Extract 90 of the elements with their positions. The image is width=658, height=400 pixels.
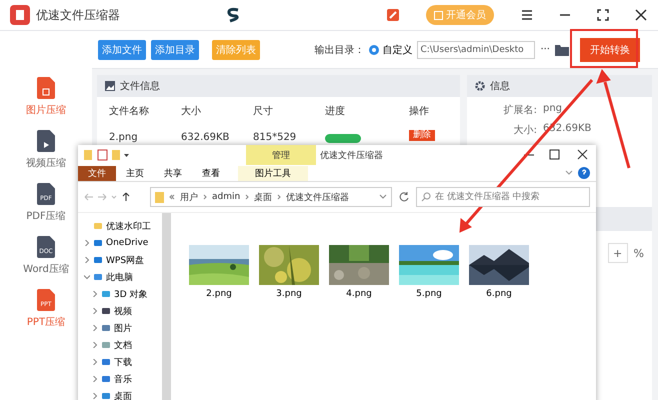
panel-title: 信息 [490,80,510,93]
table-cell-text: 2.png [109,131,139,145]
column-header: 大小 [181,104,202,119]
sidebar-item[interactable]: 视频压缩 [26,156,66,170]
toolbar-button[interactable]: 添加文件 [98,40,146,60]
ribbon-tab[interactable]: 图片工具 [238,166,308,180]
column-header: 进度 [325,104,346,119]
highlight-frame [570,29,638,68]
chevron-down-icon[interactable] [84,274,90,280]
output-label: 输出目录： [314,44,364,56]
field-label: 扩展名: [502,104,537,117]
double-chevron-icon[interactable] [169,194,175,200]
refresh-icon[interactable] [398,191,410,203]
chevron-down-icon[interactable] [564,169,574,177]
chevron-right-icon[interactable] [92,342,98,348]
chevron-right-icon[interactable] [203,194,207,200]
chevron-right-icon[interactable] [92,376,98,382]
nav-item[interactable]: 下载 [114,355,132,369]
field-value: png [543,103,562,116]
help-icon[interactable] [578,167,590,179]
sidebar-item[interactable]: PPT压缩 [26,315,66,329]
toolbar-button[interactable]: 添加目录 [151,40,199,60]
chevron-right-icon[interactable] [92,291,98,297]
file-item[interactable]: 4.png [329,245,389,299]
chevron-right-icon[interactable] [245,194,250,200]
file-item[interactable]: 6.png [469,245,529,299]
breadcrumb-item[interactable]: 优速文件压缩器 [286,190,350,204]
nav-item[interactable]: 音乐 [114,372,132,386]
nav-item[interactable]: 视频 [114,304,132,318]
start-button[interactable]: 开始转换 [580,38,640,62]
field-label: 大小: [512,124,537,137]
chevron-right-icon[interactable] [92,325,98,331]
app-logo-icon [10,5,30,25]
nav-item[interactable]: 文档 [114,338,132,352]
chevron-down-icon[interactable] [379,194,387,200]
file-item[interactable]: 5.png [399,245,459,299]
sidebar-item[interactable]: 图片压缩 [26,103,66,117]
chevron-right-icon[interactable] [92,308,98,314]
address-bar[interactable]: 用户 admin 桌面 优速文件压缩器 [150,187,392,207]
chevron-right-icon[interactable] [92,359,98,365]
nav-item[interactable]: OneDrive [106,236,148,250]
chevron-right-icon[interactable] [84,240,90,246]
breadcrumb-item[interactable]: 桌面 [254,190,272,204]
chevron-right-icon[interactable] [92,393,98,399]
column-header: 操作 [409,105,430,119]
fullscreen-icon[interactable] [596,8,610,22]
folder-icon [155,192,164,202]
folder-icon [93,221,103,231]
path-field[interactable]: C:\Users\admin\Deskto [417,40,536,58]
image-file-icon [37,77,55,99]
delete-button[interactable]: 删除 [409,130,435,141]
table-cell-text: 815*529 [253,131,298,145]
close-icon[interactable] [634,8,648,22]
nav-item[interactable]: 此电脑 [106,270,133,284]
square-outline-icon [434,10,443,20]
column-header: 文件名称 [109,104,150,119]
nav-item[interactable]: WPS网盘 [106,253,144,267]
increment-button[interactable]: + [608,243,628,263]
ribbon-tab[interactable]: 文件 [78,166,116,180]
breadcrumb-item[interactable]: admin [212,192,240,202]
gear-icon [475,81,485,91]
sidebar-item[interactable]: PDF压缩 [26,209,66,223]
browse-button[interactable]: ··· [540,44,550,55]
search-field[interactable]: 在 优速文件压缩器 中搜索 [416,187,590,207]
nav-item[interactable]: 桌面 [114,389,132,400]
ribbon-tab[interactable]: 共享 [154,166,192,180]
unit-label: % [634,246,644,260]
file-item[interactable]: 2.png [189,245,249,299]
chevron-right-icon[interactable] [277,194,282,200]
nav-item[interactable]: 3D 对象 [114,287,148,301]
context-tab-label: 管理 [246,145,316,165]
panel-title: 文件信息 [120,80,160,93]
chevron-right-icon[interactable] [84,257,90,263]
table-cell-text: 632.69KB [181,131,230,145]
breadcrumb-item[interactable]: 用户 [180,190,198,204]
video-file-icon [37,130,55,152]
sidebar-item[interactable]: Word压缩 [23,262,69,276]
ribbon-tab[interactable]: 查看 [192,166,230,180]
column-header: 尺寸 [253,104,274,119]
ribbon-tab[interactable]: 主页 [116,166,154,180]
menu-icon[interactable] [520,8,534,22]
nav-item[interactable]: 优速水印工 [106,219,151,233]
nav-item[interactable]: 图片 [114,321,132,335]
app-title: 优速文件压缩器 [36,6,120,24]
progress-bar [325,134,361,143]
file-item[interactable]: 3.png [259,245,319,299]
radio-option[interactable]: 自定义 [369,42,412,56]
folder-icon[interactable] [555,44,569,56]
edit-icon[interactable] [386,8,400,22]
window-title: 优速文件压缩器 [320,150,383,162]
